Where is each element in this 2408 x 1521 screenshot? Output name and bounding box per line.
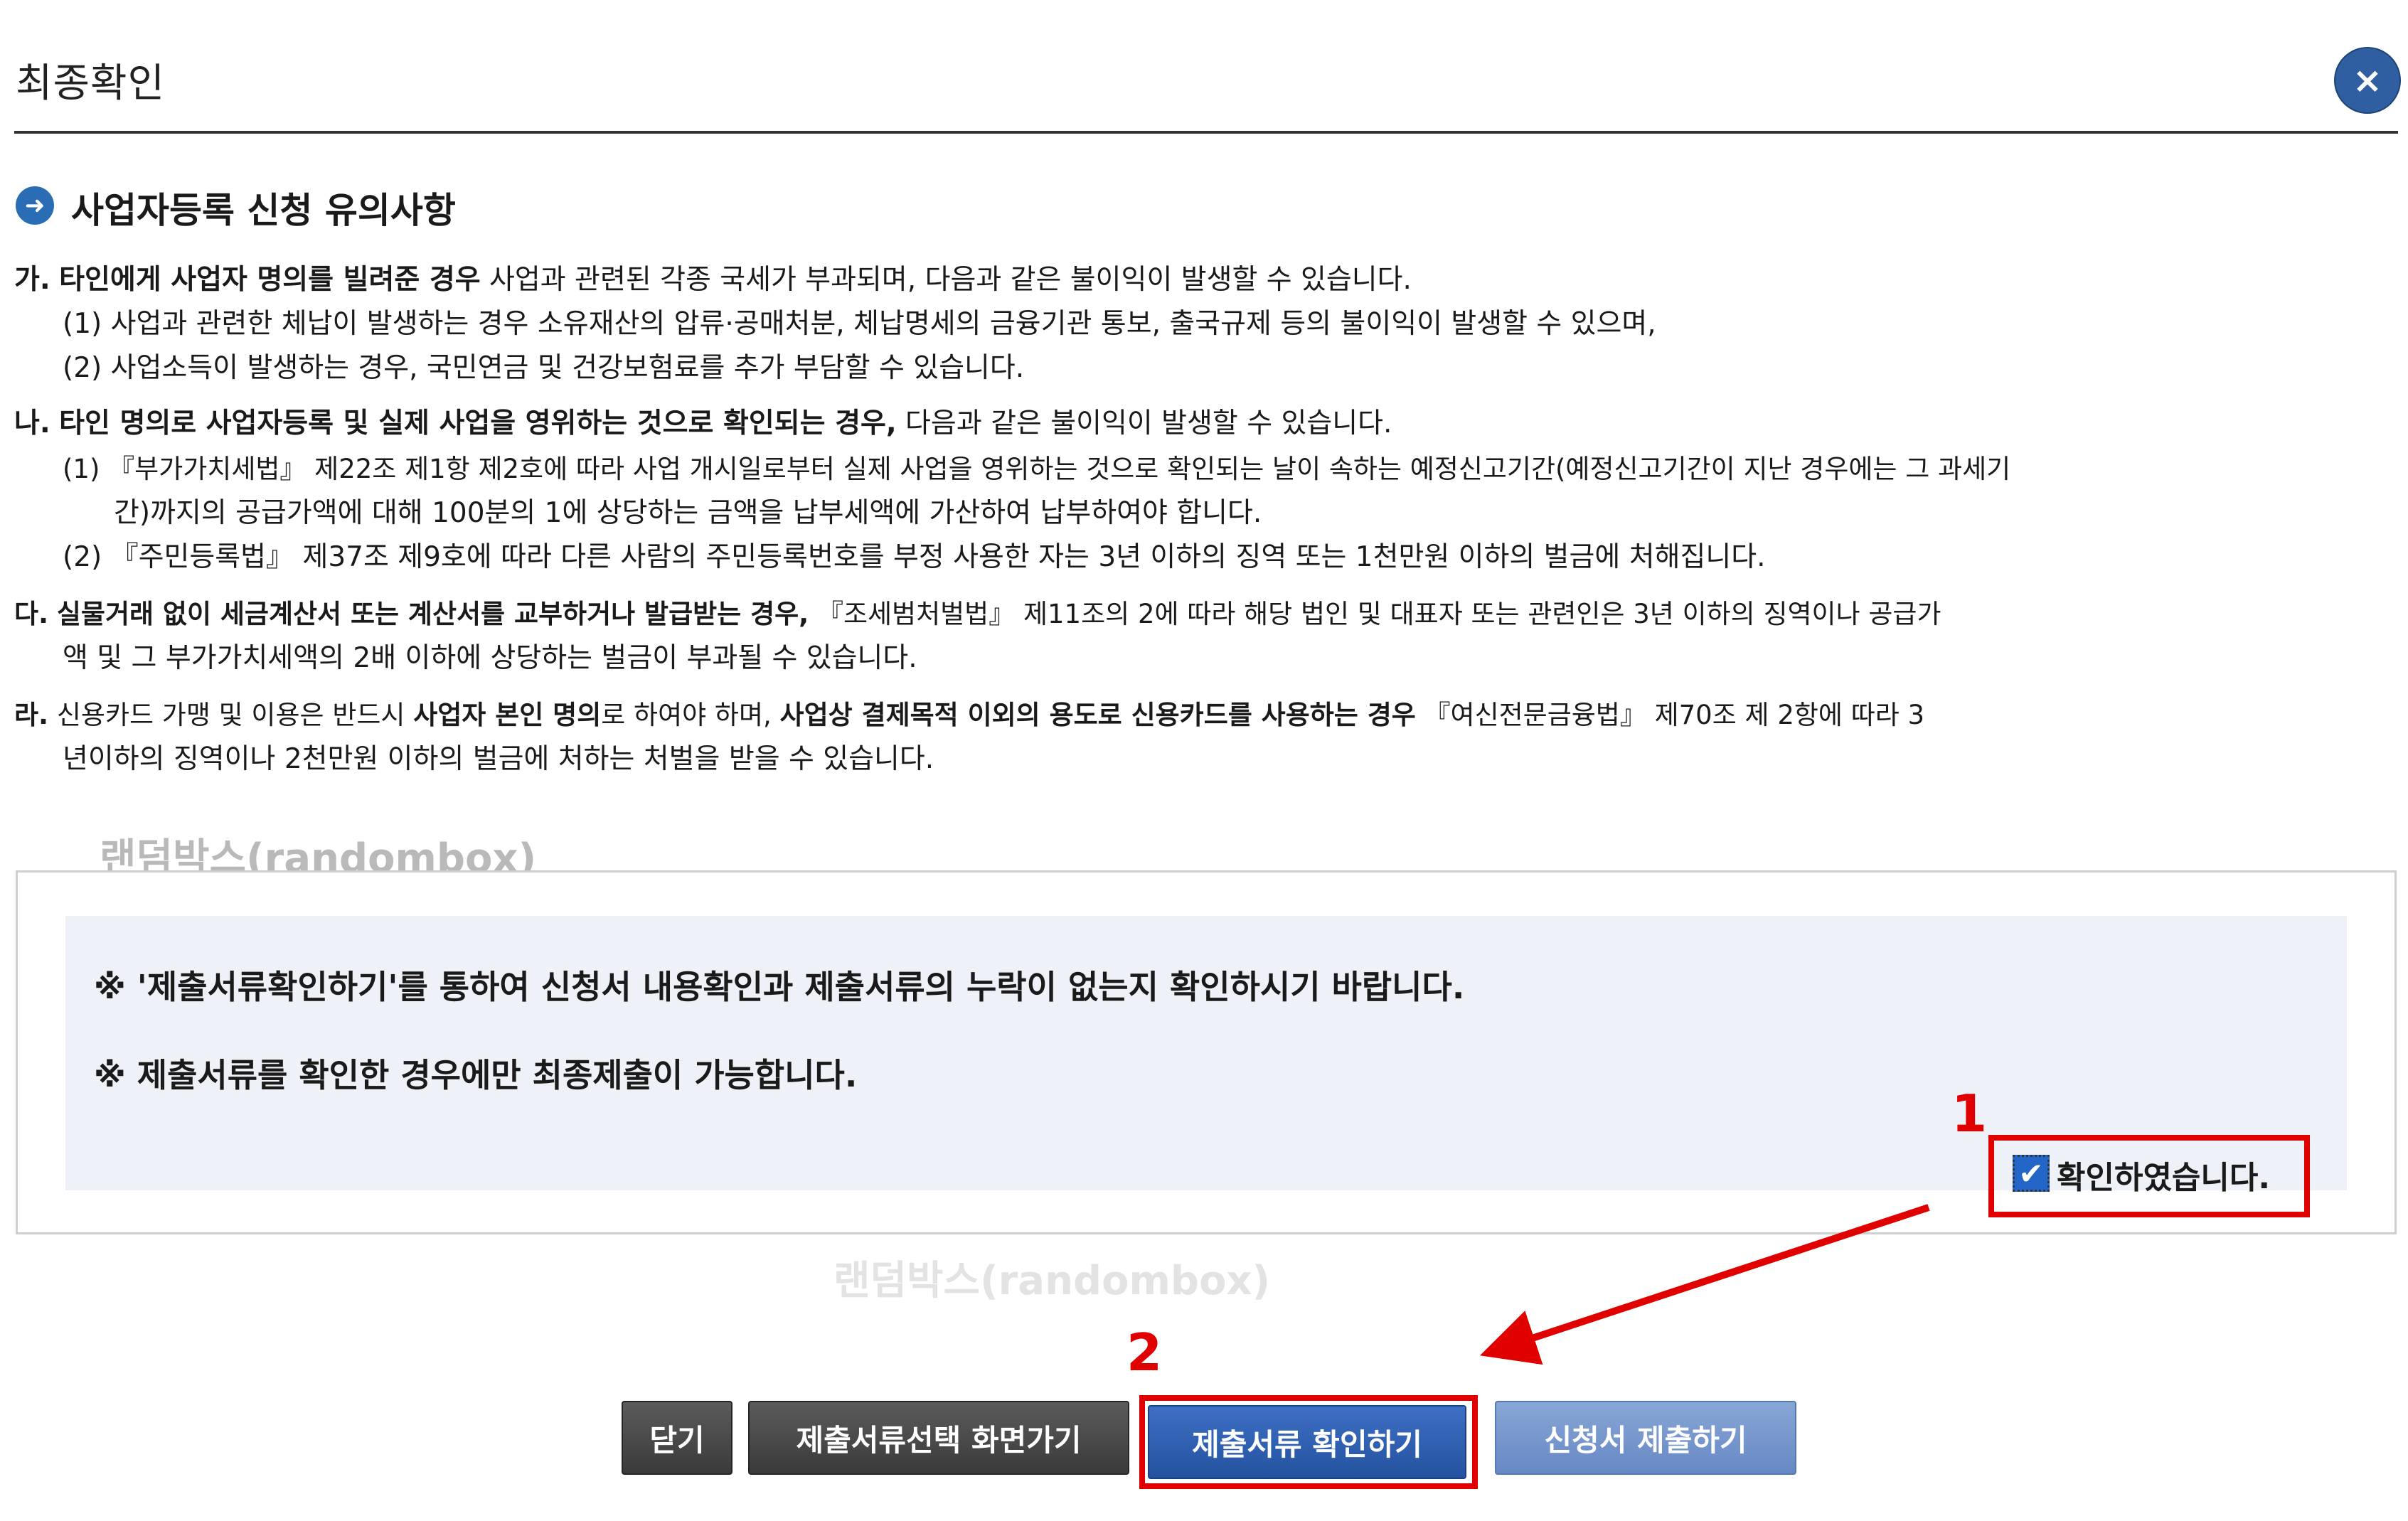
submit-application-button[interactable]: 신청서 제출하기 <box>1495 1401 1796 1475</box>
verify-documents-button[interactable]: 제출서류 확인하기 <box>1148 1405 1466 1479</box>
notice-ra-text2: 로 하여야 하며, <box>601 700 780 730</box>
arrow-glyph: ➜ <box>24 191 46 220</box>
step-2-marker: 2 <box>1126 1323 1163 1382</box>
notice-da: 다. 실물거래 없이 세금계산서 또는 계산서를 교부하거나 발급받는 경우, … <box>0 597 2408 631</box>
notice-na-sub2: (2) 『주민등록법』 제37조 제9호에 따라 다른 사람의 주민등록번호를 … <box>63 541 1766 573</box>
notice-ra-text3: 『여신전문금융법』 제70조 제 2항에 따라 3 <box>1415 700 1925 730</box>
dialog-title: 최종확인 <box>16 60 166 107</box>
notice-ra: 라. 신용카드 가맹 및 이용은 반드시 사업자 본인 명의로 하여야 하며, … <box>0 698 2408 732</box>
notice-da-label: 다. <box>14 599 49 629</box>
notice-da-text: 『조세범처벌법』 제11조의 2에 따라 해당 법인 및 대표자 또는 관련인은… <box>809 599 1941 629</box>
notice-da-bold: 실물거래 없이 세금계산서 또는 계산서를 교부하거나 발급받는 경우, <box>56 599 809 629</box>
notice-na-label: 나. <box>14 407 50 439</box>
notice-na-bold: 타인 명의로 사업자등록 및 실제 사업을 영위하는 것으로 확인되는 경우, <box>59 407 897 439</box>
section-title: 사업자등록 신청 유의사항 <box>71 190 456 231</box>
notice-da-cont: 액 및 그 부가가치세액의 2배 이하에 상당하는 벌금이 부과될 수 있습니다… <box>63 642 917 674</box>
close-icon: × <box>2353 60 2382 101</box>
notice-ra-cont: 년이하의 징역이나 2천만원 이하의 벌금에 처하는 처벌을 받을 수 있습니다… <box>63 743 934 775</box>
notice-ra-bold1: 사업자 본인 명의 <box>413 700 602 730</box>
confirm-notice-line-2: ※ 제출서류를 확인한 경우에만 최종제출이 가능합니다. <box>94 1056 858 1094</box>
close-button[interactable]: × <box>2334 47 2401 114</box>
notice-na: 나. 타인 명의로 사업자등록 및 실제 사업을 영위하는 것으로 확인되는 경… <box>0 407 2408 441</box>
notice-ga-bold: 타인에게 사업자 명의를 빌려준 경우 <box>59 264 481 296</box>
notice-ga-sub1: (1) 사업과 관련한 체납이 발생하는 경우 소유재산의 압류·공매처분, 체… <box>63 308 1656 340</box>
notice-ga-text: 사업과 관련된 각종 국세가 부과되며, 다음과 같은 불이익이 발생할 수 있… <box>480 264 1412 296</box>
step-1-marker: 1 <box>1951 1084 1988 1143</box>
arrow-right-circle-icon: ➜ <box>16 186 54 225</box>
watermark-text-faint: 랜덤박스(randombox) <box>833 1258 1271 1304</box>
notice-ra-label: 라. <box>14 700 49 730</box>
close-dialog-button[interactable]: 닫기 <box>622 1401 732 1475</box>
notice-na-sub1-cont: 간)까지의 공급가액에 대해 100분의 1에 상당하는 금액을 납부세액에 가… <box>114 497 1262 529</box>
notice-ga-label: 가. <box>14 264 50 296</box>
confirm-checkbox[interactable]: ✔ <box>2013 1155 2050 1192</box>
confirm-checkbox-label[interactable]: 확인하였습니다. <box>2057 1152 2270 1197</box>
notice-ra-bold2: 사업상 결제목적 이외의 용도로 신용카드를 사용하는 경우 <box>779 700 1416 730</box>
notice-na-text: 다음과 같은 불이익이 발생할 수 있습니다. <box>896 407 1392 439</box>
checkmark-icon: ✔ <box>2018 1156 2044 1191</box>
notice-na-sub1: (1) 『부가가치세법』 제22조 제1항 제2호에 따라 사업 개시일로부터 … <box>63 454 2011 484</box>
header-divider <box>14 131 2398 134</box>
notice-ra-text1: 신용카드 가맹 및 이용은 반드시 <box>48 700 414 730</box>
notice-ga: 가. 타인에게 사업자 명의를 빌려준 경우 사업과 관련된 각종 국세가 부과… <box>0 263 2408 297</box>
confirm-notice-line-1: ※ '제출서류확인하기'를 통하여 신청서 내용확인과 제출서류의 누락이 없는… <box>94 968 1465 1006</box>
notice-ga-sub2: (2) 사업소득이 발생하는 경우, 국민연금 및 건강보험료를 추가 부담할 … <box>63 352 1025 384</box>
select-documents-button[interactable]: 제출서류선택 화면가기 <box>748 1401 1129 1475</box>
